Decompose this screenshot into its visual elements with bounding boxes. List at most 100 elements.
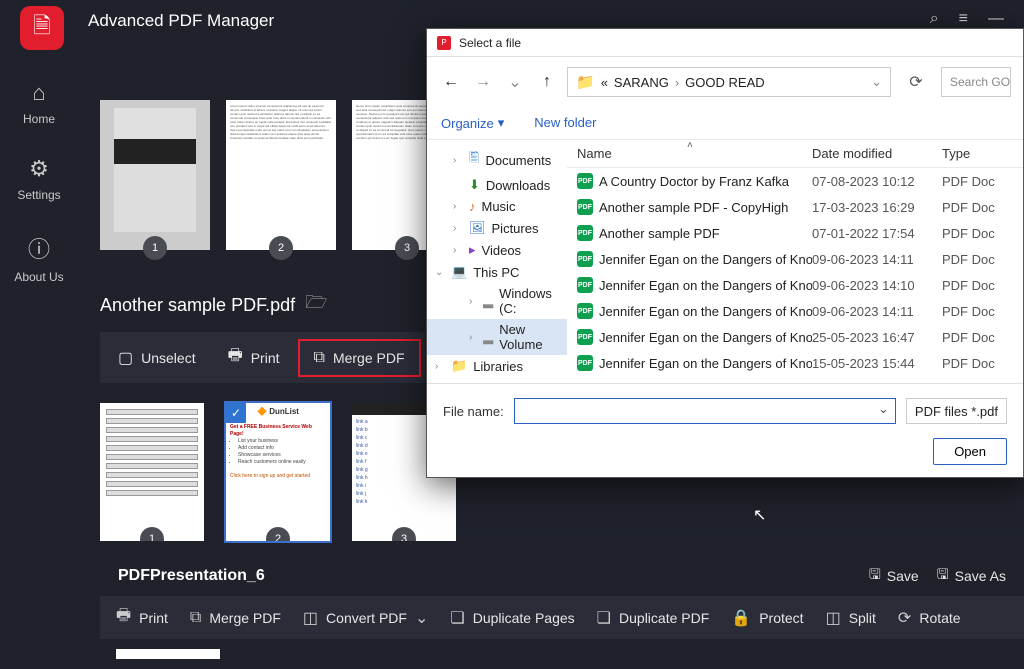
breadcrumb-seg[interactable]: GOOD READ — [685, 75, 764, 90]
duplicate-pages-button[interactable]: ❏Duplicate Pages — [450, 608, 574, 628]
tree-music[interactable]: ›♪Music — [427, 196, 567, 217]
page-thumbnail-selected[interactable]: ✓ 🔶 DunList Get a FREE Business Service … — [226, 403, 330, 541]
file-date: 09-06-2023 14:11 — [812, 252, 942, 267]
search-input[interactable]: Search GOOD R — [941, 67, 1011, 97]
info-icon: ⓘ — [28, 232, 50, 264]
doc3-title: PDFPresentation_6 — [118, 567, 265, 585]
chevron-down-icon[interactable]: ⌄ — [871, 74, 882, 90]
file-type: PDF Doc — [942, 252, 995, 267]
file-row[interactable]: PDFA Country Doctor by Franz Kafka07-08-… — [567, 168, 1023, 194]
list-header[interactable]: ˄ Name Date modified Type — [567, 140, 1023, 168]
breadcrumb-seg[interactable]: SARANG — [614, 75, 669, 90]
file-name: Jennifer Egan on the Dangers of Knowing.… — [599, 252, 812, 267]
file-list: ˄ Name Date modified Type PDFA Country D… — [567, 140, 1023, 383]
file-type: PDF Doc — [942, 304, 995, 319]
convert-pdf-button[interactable]: ◫Convert PDF⌄ — [303, 608, 428, 628]
organize-menu[interactable]: Organize▾ — [441, 115, 504, 131]
back-button[interactable]: ← — [439, 73, 463, 91]
print-button[interactable]: 🖶 Print — [214, 336, 294, 379]
file-name: Jennifer Egan on the Dangers of Knowing.… — [599, 330, 812, 345]
filename-input[interactable] — [514, 398, 896, 424]
page-number-badge: 3 — [395, 236, 419, 260]
file-row[interactable]: PDFJennifer Egan on the Dangers of Knowi… — [567, 272, 1023, 298]
page-thumbnail[interactable]: 1 — [100, 100, 210, 250]
file-name: A Country Doctor by Franz Kafka — [599, 174, 789, 189]
sidebar-label: About Us — [14, 270, 63, 284]
tree-new-volume[interactable]: ›▂New Volume — [427, 319, 567, 355]
file-row[interactable]: PDFAnother sample PDF07-01-2022 17:54PDF… — [567, 220, 1023, 246]
chevron-down-icon: ▾ — [498, 115, 505, 131]
menu-icon[interactable]: ≡ — [959, 10, 968, 28]
dialog-footer: File name: PDF files *.pdf — [427, 383, 1023, 438]
col-type[interactable]: Type — [942, 146, 970, 161]
search-icon[interactable]: ⌕ — [930, 10, 939, 28]
app-logo: 🗎 — [20, 6, 64, 50]
sidebar-item-settings[interactable]: ⚙ Settings — [17, 156, 60, 202]
tree-videos[interactable]: ›▸Videos — [427, 239, 567, 261]
dialog-titlebar: P Select a file — [427, 29, 1023, 57]
file-type: PDF Doc — [942, 200, 995, 215]
file-type: PDF Doc — [942, 278, 995, 293]
file-row[interactable]: PDF Jennifer Egan on the Dangers of Knowi… — [567, 298, 1023, 324]
merge-pdf-button[interactable]: ⧉ Merge PDF — [298, 339, 421, 377]
sidebar-label: Settings — [17, 188, 60, 202]
page-thumbnail[interactable]: 1 — [100, 403, 204, 541]
tree-documents[interactable]: ›🖺Documents — [427, 146, 567, 174]
file-name: Jennifer Egan on the Dangers of Knowing.… — [599, 304, 812, 319]
print-button[interactable]: 🖶Print — [116, 604, 168, 631]
file-row[interactable]: PDFJennifer Egan on the Dangers of Knowi… — [567, 324, 1023, 350]
pdf-file-icon: PDF — [577, 355, 593, 371]
tree-windows-c[interactable]: ›▂Windows (C: — [427, 283, 567, 319]
protect-button[interactable]: 🔒Protect — [731, 608, 803, 628]
doc3-toolbar: 🖶Print ⧉Merge PDF ◫Convert PDF⌄ ❏Duplica… — [100, 596, 1024, 639]
merge-pdf-button[interactable]: ⧉Merge PDF — [190, 609, 281, 627]
file-row[interactable]: PDFAnother sample PDF - CopyHigh17-03-20… — [567, 194, 1023, 220]
dialog-navrow: ← → ⌄ ↑ 📁 « SARANG › GOOD READ ⌄ ⟳ Searc… — [427, 57, 1023, 107]
page-number-badge: 1 — [143, 236, 167, 260]
minimize-icon[interactable]: ― — [988, 10, 1004, 28]
tree-pictures[interactable]: ›🖼Pictures — [427, 217, 567, 239]
forward-button[interactable]: → — [471, 73, 495, 91]
duplicate-pdf-button[interactable]: ❏Duplicate PDF — [597, 608, 710, 628]
breadcrumb-prefix: « — [601, 75, 608, 90]
save-button[interactable]: 🖫Save — [869, 564, 919, 588]
up-button[interactable]: ↑ — [535, 73, 559, 91]
rotate-button[interactable]: ⟳Rotate — [898, 608, 961, 628]
pdf-file-icon: PDF — [577, 303, 593, 319]
tree-this-pc[interactable]: ⌄💻This PC — [427, 261, 567, 283]
recent-button[interactable]: ⌄ — [503, 72, 527, 92]
duplicate-pages-icon: ❏ — [450, 608, 464, 628]
unselect-button[interactable]: ▢ Unselect — [104, 340, 210, 376]
tree-downloads[interactable]: ⬇Downloads — [427, 174, 567, 196]
col-name[interactable]: Name — [577, 146, 812, 161]
split-icon: ◫ — [826, 608, 841, 628]
file-row[interactable]: PDFJennifer Egan on the Dangers of Knowi… — [567, 350, 1023, 376]
sidebar-item-home[interactable]: ⌂ Home — [23, 80, 55, 126]
refresh-button[interactable]: ⟳ — [899, 72, 933, 92]
open-folder-icon[interactable]: 🗁 — [305, 290, 327, 320]
col-date[interactable]: Date modified — [812, 146, 942, 161]
dialog-cmdrow: Organize▾ New folder — [427, 107, 1023, 139]
open-button[interactable]: Open — [933, 438, 1007, 465]
pdf-file-icon: PDF — [577, 199, 593, 215]
split-button[interactable]: ◫Split — [826, 608, 876, 628]
new-folder-button[interactable]: New folder — [534, 115, 596, 131]
file-type: PDF Doc — [942, 356, 995, 371]
file-row[interactable]: PDF Jennifer Egan on the Dangers of Knowi… — [567, 246, 1023, 272]
pdf-file-icon: PDF — [577, 251, 593, 267]
page-number-badge: 3 — [392, 527, 416, 541]
tree-libraries[interactable]: ›📁Libraries — [427, 355, 567, 377]
breadcrumb[interactable]: 📁 « SARANG › GOOD READ ⌄ — [567, 67, 891, 97]
file-date: 07-08-2023 10:12 — [812, 174, 942, 189]
page-thumbnail[interactable]: Lorem ipsum dolor sit amet consectetur a… — [226, 100, 336, 250]
filetype-filter[interactable]: PDF files *.pdf — [906, 398, 1007, 424]
merge-icon: ⧉ — [314, 349, 325, 367]
save-icon: 🖫 — [869, 564, 881, 588]
sidebar-item-about[interactable]: ⓘ About Us — [14, 232, 63, 284]
page-number-badge: 2 — [266, 527, 290, 541]
save-as-button[interactable]: 🖫Save As — [937, 564, 1006, 588]
duplicate-pdf-icon: ❏ — [597, 608, 611, 628]
filename-label: File name: — [443, 404, 504, 419]
file-date: 07-01-2022 17:54 — [812, 226, 942, 241]
pdf-file-icon: PDF — [577, 225, 593, 241]
